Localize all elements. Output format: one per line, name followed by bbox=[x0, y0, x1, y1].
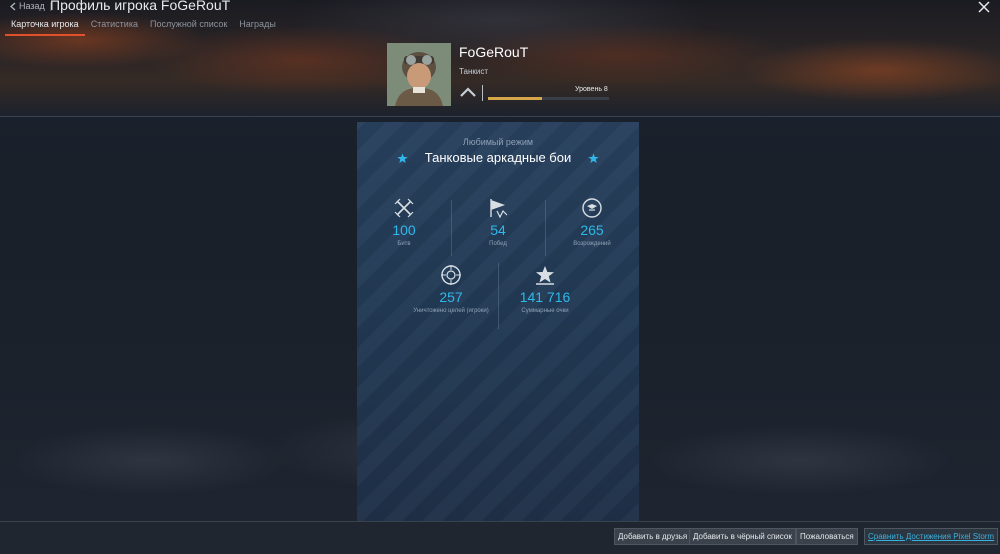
victory-flag-icon bbox=[490, 199, 508, 219]
tab-bar: Карточка игрока Статистика Послужной спи… bbox=[5, 17, 282, 36]
crossed-swords-icon bbox=[394, 198, 414, 218]
divider bbox=[545, 200, 546, 256]
stat-total-score: 141 716 Суммарные очки bbox=[500, 264, 590, 315]
tab-statistics[interactable]: Статистика bbox=[85, 17, 144, 36]
report-button[interactable]: Пожаловаться bbox=[796, 528, 858, 545]
add-blacklist-button[interactable]: Добавить в чёрный список bbox=[689, 528, 796, 545]
level-label: Уровень 8 bbox=[575, 86, 608, 93]
tab-player-card[interactable]: Карточка игрока bbox=[5, 17, 85, 36]
divider bbox=[451, 200, 452, 256]
stat-label: Возрождений bbox=[573, 241, 611, 247]
stat-battles: 100 Битв bbox=[359, 197, 449, 248]
star-icon bbox=[588, 153, 599, 163]
target-icon bbox=[441, 265, 461, 285]
player-title: Танкист bbox=[459, 67, 489, 76]
stat-value: 141 716 bbox=[519, 289, 571, 305]
level-progress-fill bbox=[488, 97, 543, 100]
pilot-portrait-icon bbox=[387, 43, 451, 106]
stat-value: 265 bbox=[580, 222, 604, 238]
add-friend-button[interactable]: Добавить в друзья bbox=[614, 528, 692, 545]
stat-value: 100 bbox=[392, 222, 416, 238]
star-icon bbox=[397, 153, 408, 163]
player-name: FoGeRouT bbox=[459, 44, 529, 60]
stat-targets-destroyed: 257 Уничтожено целей (игроки) bbox=[406, 264, 496, 315]
stat-victories: 54 Побед bbox=[453, 197, 543, 248]
chevron-left-icon bbox=[10, 2, 16, 10]
profile-header: Назад | Профиль игрока FoGeRouT Карточка… bbox=[0, 0, 1000, 117]
respawn-icon bbox=[582, 198, 602, 218]
divider bbox=[482, 85, 483, 101]
compare-achievements-link[interactable]: Сравнить Достижения Pixel Storm bbox=[864, 528, 999, 545]
avatar[interactable] bbox=[387, 43, 451, 106]
page-title: Профиль игрока FoGeRouT bbox=[50, 0, 231, 13]
close-icon[interactable] bbox=[978, 1, 990, 13]
divider bbox=[498, 263, 499, 329]
stat-value: 257 bbox=[439, 289, 463, 305]
tab-service-record[interactable]: Послужной список bbox=[144, 17, 233, 36]
back-label: Назад bbox=[19, 1, 45, 11]
stat-label: Суммарные очки bbox=[521, 308, 569, 314]
favorite-mode-label: Любимый режим bbox=[462, 137, 534, 147]
stat-respawns: 265 Возрождений bbox=[547, 197, 637, 248]
stat-label: Битв bbox=[397, 241, 411, 247]
stat-value: 54 bbox=[490, 222, 506, 238]
player-card: Любимый режим Танковые аркадные бои 100 … bbox=[357, 122, 639, 522]
score-star-icon bbox=[536, 266, 554, 285]
stat-label: Уничтожено целей (игроки) bbox=[413, 308, 489, 314]
rank-chevron-icon bbox=[460, 87, 476, 97]
tab-awards[interactable]: Награды bbox=[233, 17, 282, 36]
back-button[interactable]: Назад | bbox=[10, 1, 52, 11]
level-progress-bar bbox=[488, 97, 609, 100]
footer-bar: Добавить в друзья Добавить в чёрный спис… bbox=[0, 521, 1000, 554]
stat-label: Побед bbox=[489, 241, 507, 247]
